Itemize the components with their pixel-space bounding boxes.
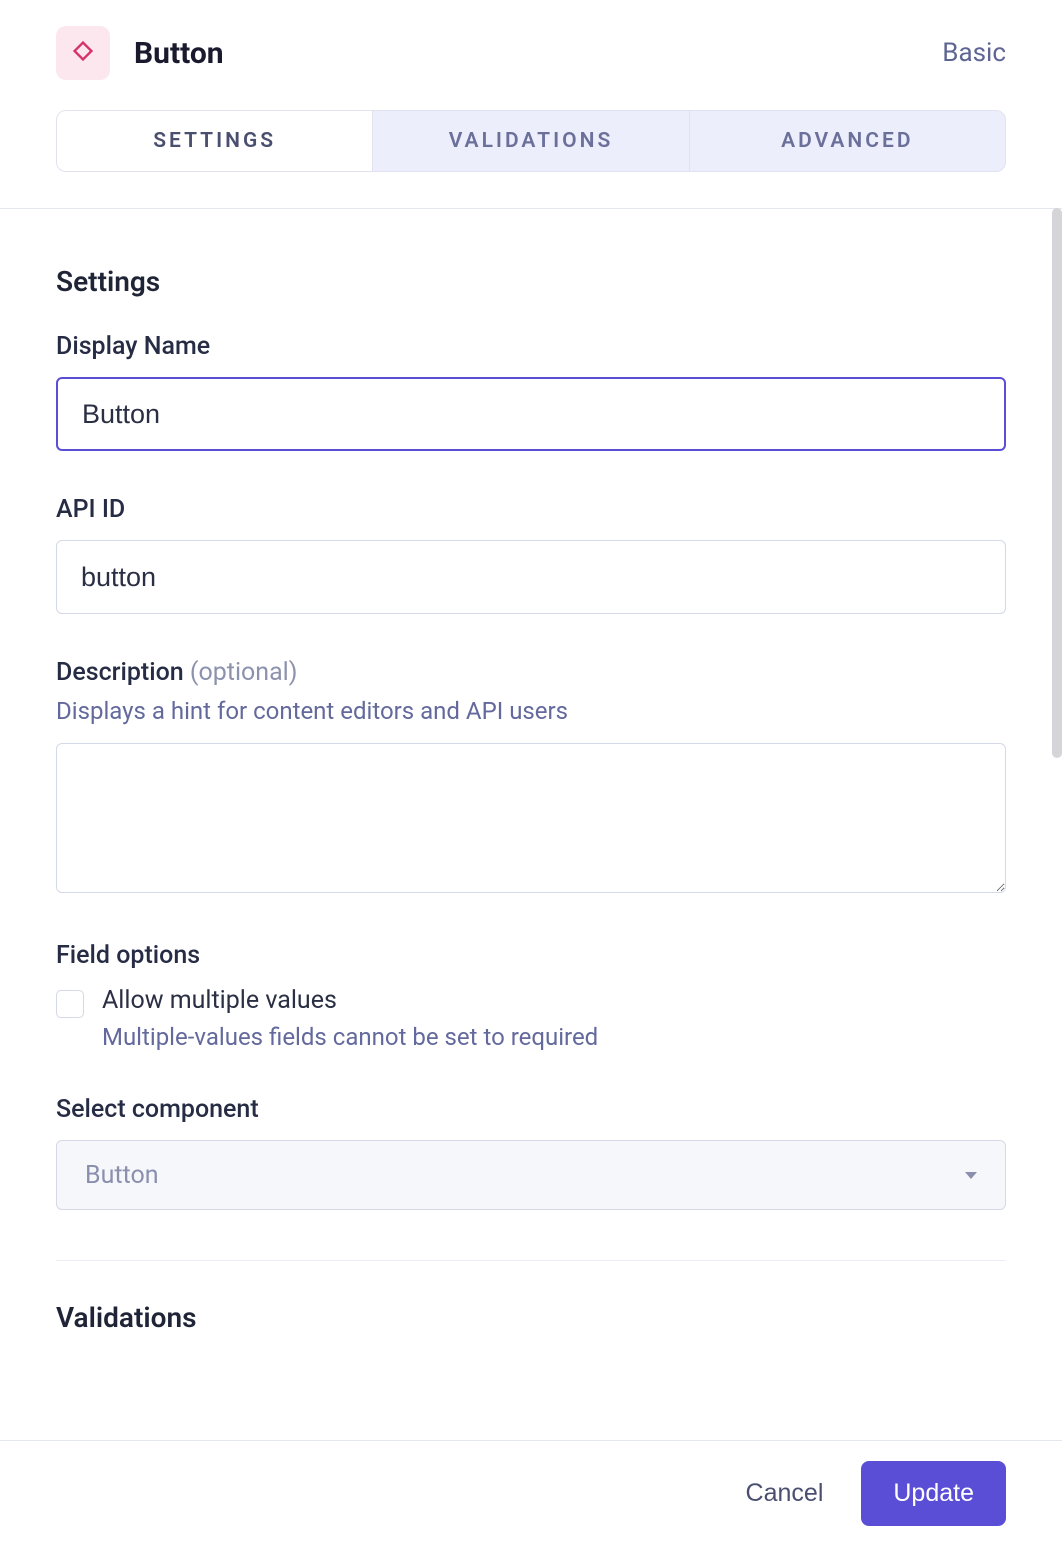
tab-advanced[interactable]: ADVANCED	[690, 111, 1005, 171]
description-optional: (optional)	[190, 658, 298, 687]
allow-multiple-row: Allow multiple values Multiple-values fi…	[56, 986, 1006, 1051]
allow-multiple-sub: Multiple-values fields cannot be set to …	[102, 1023, 598, 1051]
tab-settings[interactable]: SETTINGS	[57, 111, 373, 171]
api-id-label: API ID	[56, 495, 1006, 524]
select-component-dropdown[interactable]: Button	[56, 1140, 1006, 1210]
tab-validations[interactable]: VALIDATIONS	[373, 111, 689, 171]
chevron-down-icon	[965, 1172, 977, 1179]
diamond-icon	[70, 38, 96, 68]
header-title: Button	[134, 36, 224, 71]
description-label: Description (optional)	[56, 658, 1006, 687]
cancel-button[interactable]: Cancel	[746, 1479, 824, 1508]
field-options-group: Field options Allow multiple values Mult…	[56, 941, 1006, 1051]
field-select-component: Select component Button	[56, 1095, 1006, 1210]
api-id-input[interactable]	[56, 540, 1006, 614]
section-validations-title: Validations	[56, 1301, 1006, 1334]
field-options-label: Field options	[56, 941, 1006, 970]
select-component-label: Select component	[56, 1095, 1006, 1124]
scroll-area[interactable]: Settings Display Name API ID Description…	[0, 209, 1062, 1546]
section-divider	[56, 1260, 1006, 1261]
update-button[interactable]: Update	[861, 1461, 1006, 1526]
allow-multiple-checkbox[interactable]	[56, 990, 84, 1018]
display-name-input[interactable]	[56, 377, 1006, 451]
panel-header: Button Basic	[0, 0, 1062, 80]
select-component-value: Button	[85, 1161, 159, 1190]
description-hint: Displays a hint for content editors and …	[56, 697, 1006, 725]
field-type-label: Basic	[942, 38, 1006, 68]
tab-bar: SETTINGS VALIDATIONS ADVANCED	[56, 110, 1006, 172]
field-description: Description (optional) Displays a hint f…	[56, 658, 1006, 897]
footer-bar: Cancel Update	[0, 1440, 1062, 1546]
field-display-name: Display Name	[56, 332, 1006, 451]
description-label-text: Description	[56, 658, 184, 687]
allow-multiple-label: Allow multiple values	[102, 986, 598, 1015]
description-textarea[interactable]	[56, 743, 1006, 893]
section-settings-title: Settings	[56, 265, 1006, 298]
component-icon-badge	[56, 26, 110, 80]
header-left: Button	[56, 26, 224, 80]
display-name-label: Display Name	[56, 332, 1006, 361]
field-api-id: API ID	[56, 495, 1006, 614]
vertical-scrollbar[interactable]	[1052, 208, 1062, 758]
